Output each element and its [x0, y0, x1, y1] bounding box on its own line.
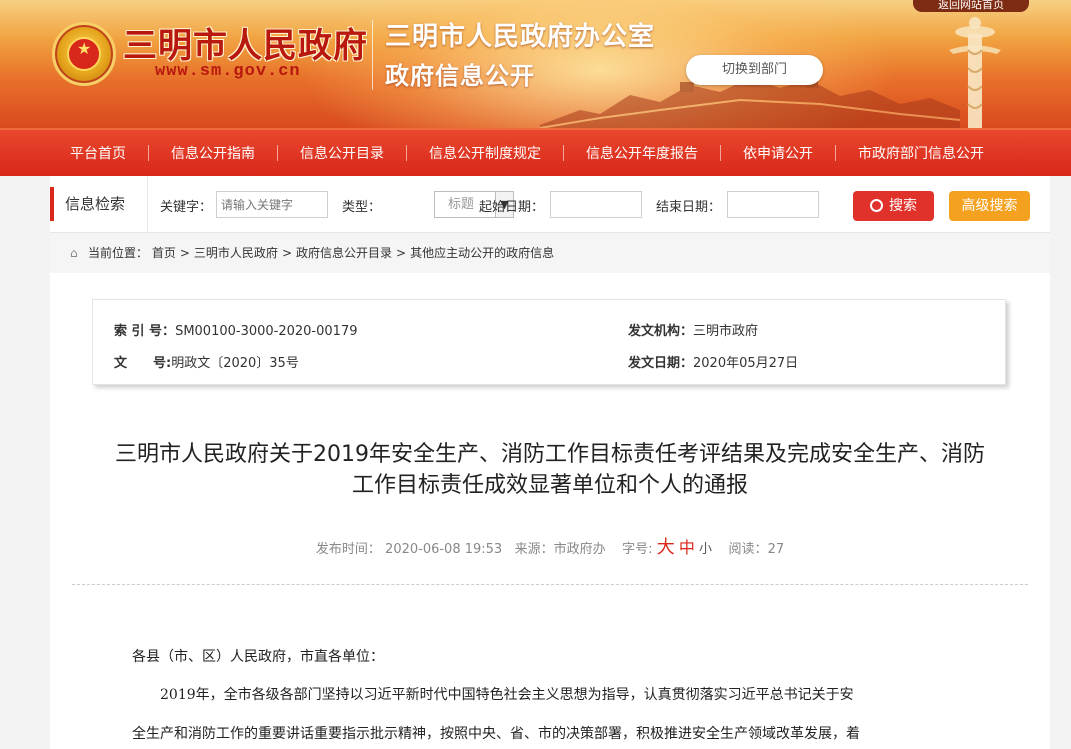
breadcrumb-item-catalog[interactable]: 政府信息公开目录: [296, 246, 392, 260]
source: 市政府办: [553, 542, 606, 557]
office-name: 三明市人民政府办公室: [385, 22, 656, 52]
meta-doc-number: 文 号:明政文〔2020〕35号: [114, 356, 299, 371]
search-bar: 信息检索 关键字： 类型： 标题 ▼ 起始日期： 结束日期： 搜索 高级搜索: [50, 176, 1050, 233]
site-name: 三明市人民政府: [123, 26, 368, 66]
read-count: 27: [767, 542, 785, 557]
meta-index: 索 引 号：SM00100-3000-2020-00179: [114, 324, 358, 339]
nav-item-guide[interactable]: 信息公开指南: [149, 143, 277, 163]
site-url: www.sm.gov.cn: [155, 62, 301, 81]
switch-department-button[interactable]: 切换到部门: [686, 55, 823, 85]
start-date-input[interactable]: [550, 191, 642, 218]
breadcrumb-item-other-info[interactable]: 其他应主动公开的政府信息: [410, 246, 554, 260]
type-select-value: 标题: [448, 197, 475, 212]
document-meta-box: 索 引 号：SM00100-3000-2020-00179 文 号:明政文〔20…: [92, 299, 1006, 385]
type-label: 类型：: [342, 200, 382, 215]
main-nav: 平台首页 信息公开指南 信息公开目录 信息公开制度规定 信息公开年度报告 依申请…: [0, 128, 1071, 176]
nav-item-annual-report[interactable]: 信息公开年度报告: [564, 143, 720, 163]
breadcrumb: ⌂ 当前位置： 首页 > 三明市人民政府 > 政府信息公开目录 > 其他应主动公开的政府信息: [50, 233, 1050, 273]
content-area: 索 引 号：SM00100-3000-2020-00179 文 号:明政文〔20…: [50, 273, 1050, 749]
meta-issuer: 发文机构：三明市政府: [628, 324, 759, 339]
article-title: 三明市人民政府关于2019年安全生产、消防工作目标责任考评结果及完成安全生产、消…: [115, 442, 985, 498]
nav-item-catalog[interactable]: 信息公开目录: [278, 143, 406, 163]
breadcrumb-item-home[interactable]: 首页: [152, 246, 176, 260]
font-size-small-button[interactable]: 小: [699, 542, 712, 557]
advanced-search-button[interactable]: 高级搜索: [949, 191, 1030, 221]
nav-item-apply[interactable]: 依申请公开: [721, 143, 835, 163]
keyword-label: 关键字：: [160, 200, 213, 215]
home-icon: ⌂: [70, 246, 78, 260]
search-icon: [870, 199, 883, 212]
huabiao-pillar-icon: [949, 17, 1001, 128]
article-paragraph-line: 2019年，全市各级各部门坚持以习近平新时代中国特色社会主义思想为指导，认真贯彻…: [132, 687, 854, 703]
nav-item-departments[interactable]: 市政府部门信息公开: [836, 143, 1006, 163]
end-date-input[interactable]: [727, 191, 819, 218]
breadcrumb-prefix: 当前位置：: [88, 246, 149, 260]
article-salutation: 各县（市、区）人民政府，市直各单位：: [132, 649, 384, 665]
search-button[interactable]: 搜索: [853, 191, 934, 221]
header-divider: [372, 20, 373, 90]
search-title: 信息检索: [50, 187, 147, 221]
keyword-input[interactable]: [216, 191, 328, 218]
nav-item-home[interactable]: 平台首页: [48, 143, 148, 163]
font-size-medium-button[interactable]: 中: [679, 538, 695, 557]
article-paragraph-line: 全生产和消防工作的重要讲话重要指示批示精神，按照中央、省、市的决策部署，积极推进…: [132, 726, 860, 742]
header-banner: ★ 三明市人民政府 www.sm.gov.cn 三明市人民政府办公室 政府信息公…: [0, 0, 1071, 128]
publish-time: 2020-06-08 19:53: [385, 542, 503, 557]
article-info: 发布时间： 2020-06-08 19:53 来源：市政府办 字号: 大 中 小…: [315, 537, 785, 558]
national-emblem-icon: ★: [52, 22, 116, 86]
font-size-large-button[interactable]: 大: [657, 537, 675, 558]
content-divider: [72, 584, 1028, 585]
office-subtitle: 政府信息公开: [385, 62, 535, 90]
meta-date: 发文日期：2020年05月27日: [628, 356, 799, 371]
nav-item-regulations[interactable]: 信息公开制度规定: [407, 143, 563, 163]
end-date-label: 结束日期：: [656, 200, 722, 215]
start-date-label: 起始日期：: [479, 200, 545, 215]
breadcrumb-item-government[interactable]: 三明市人民政府: [194, 246, 278, 260]
